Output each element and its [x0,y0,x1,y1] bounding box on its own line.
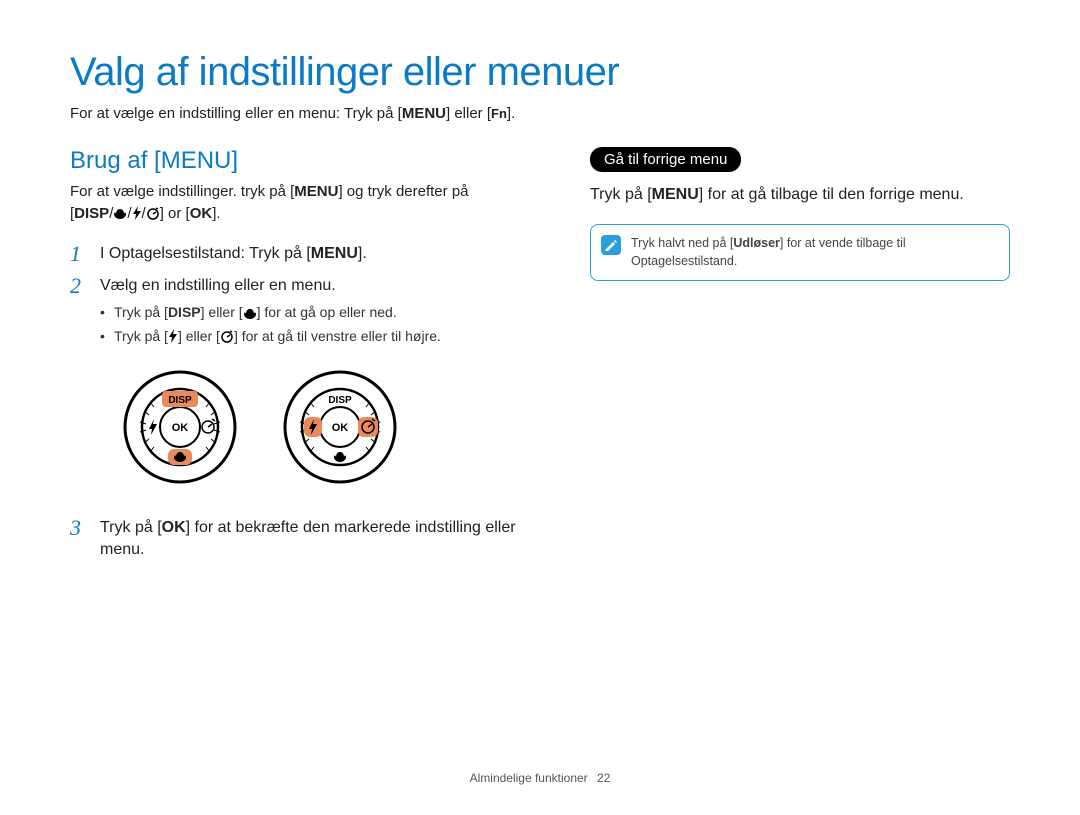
b2-pre: Tryk på [ [114,328,168,344]
section-heading: Brug af [MENU] [70,147,550,175]
intro-text: For at vælge en indstilling eller en men… [70,105,1010,122]
b1-mid: ] eller [ [201,304,243,320]
bullet-1: Tryk på [DISP] eller [ ] for at gå op ell… [100,303,550,323]
sub-bullets: Tryk på [DISP] eller [] for at gå op ell… [100,303,550,346]
b2-post: ] for at gå til venstre eller til højre. [234,328,441,344]
right-column: Gå til forrige menu Tryk på [MENU] for a… [590,147,1010,571]
b2-mid: ] eller [ [178,328,220,344]
dial-horizontal: DISP OK [280,367,400,487]
dial-vertical: DISP OK [120,367,240,487]
fn-key: Fn [491,106,507,121]
step-2: 2 Vælg en indstilling eller en menu. Try… [70,275,550,507]
footer-section: Almindelige funktioner [470,771,588,785]
svg-text:OK: OK [332,422,349,434]
svg-text:DISP: DISP [168,395,192,406]
step-1: 1 I Optagelsestilstand: Tryk på [MENU]. [70,243,550,265]
svg-text:OK: OK [172,422,189,434]
step-body: Vælg en indstilling eller en menu. Tryk … [100,275,550,507]
page-title: Valg af indstillinger eller menuer [70,50,1010,95]
b1-pre: Tryk på [ [114,304,168,320]
menu-key: MENU [311,245,358,262]
macro-icon [113,203,127,225]
step-body: I Optagelsestilstand: Tryk på [MENU]. [100,243,550,265]
intro-mid: ] eller [ [446,105,491,122]
svg-text:DISP: DISP [328,395,352,406]
l2-end: ]. [212,205,220,222]
l1-post: ] og tryk derefter på [338,183,468,200]
left-body-1: For at vælge indstillinger. tryk på [MEN… [70,181,550,225]
l2-or: ] or [ [160,205,190,222]
menu-key: MENU [402,105,446,122]
l1-pre: For at vælge indstillinger. tryk på [ [70,183,294,200]
s1-post: ]. [358,245,367,262]
s2-text: Vælg en indstilling eller en menu. [100,277,336,294]
pill-heading: Gå til forrige menu [590,147,741,172]
menu-key: MENU [652,186,699,203]
dial-illustrations: DISP OK [120,367,550,487]
step-body: Tryk på [OK] for at bekræfte den markere… [100,517,550,562]
flash-icon [168,327,178,347]
intro-post: ]. [507,105,515,122]
timer-icon [220,327,234,347]
r-pre: Tryk på [ [590,186,652,203]
b1-post: ] for at gå op eller ned. [257,304,397,320]
step-3: 3 Tryk på [OK] for at bekræfte den marke… [70,517,550,562]
step-number: 2 [70,275,90,507]
note-pre: Tryk halvt ned på [ [631,236,733,250]
right-text: Tryk på [MENU] for at gå tilbage til den… [590,186,1010,204]
left-column: Brug af [MENU] For at vælge indstillinge… [70,147,550,571]
s1-pre: I Optagelsestilstand: Tryk på [ [100,245,311,262]
step-number: 1 [70,243,90,265]
flash-icon [132,203,142,225]
page-footer: Almindelige funktioner 22 [0,771,1080,785]
bullet-2: Tryk på [ ] eller [ ] for at gå til venstr… [100,327,550,347]
steps-list: 1 I Optagelsestilstand: Tryk på [MENU]. … [70,243,550,562]
disp-key: DISP [168,304,201,320]
ok-key: OK [162,519,186,536]
r-post: ] for at gå tilbage til den forrige menu… [699,186,964,203]
disp-key: DISP [74,205,109,222]
udloser-key: Udløser [733,236,780,250]
macro-icon [243,304,257,324]
note-icon [601,235,621,255]
timer-icon [146,203,160,225]
ok-key: OK [190,205,213,222]
intro-pre: For at vælge en indstilling eller en men… [70,105,402,122]
note-box: Tryk halvt ned på [Udløser] for at vende… [590,224,1010,281]
step-number: 3 [70,517,90,562]
menu-key: MENU [294,183,338,200]
s3-pre: Tryk på [ [100,519,162,536]
footer-page: 22 [597,771,610,785]
